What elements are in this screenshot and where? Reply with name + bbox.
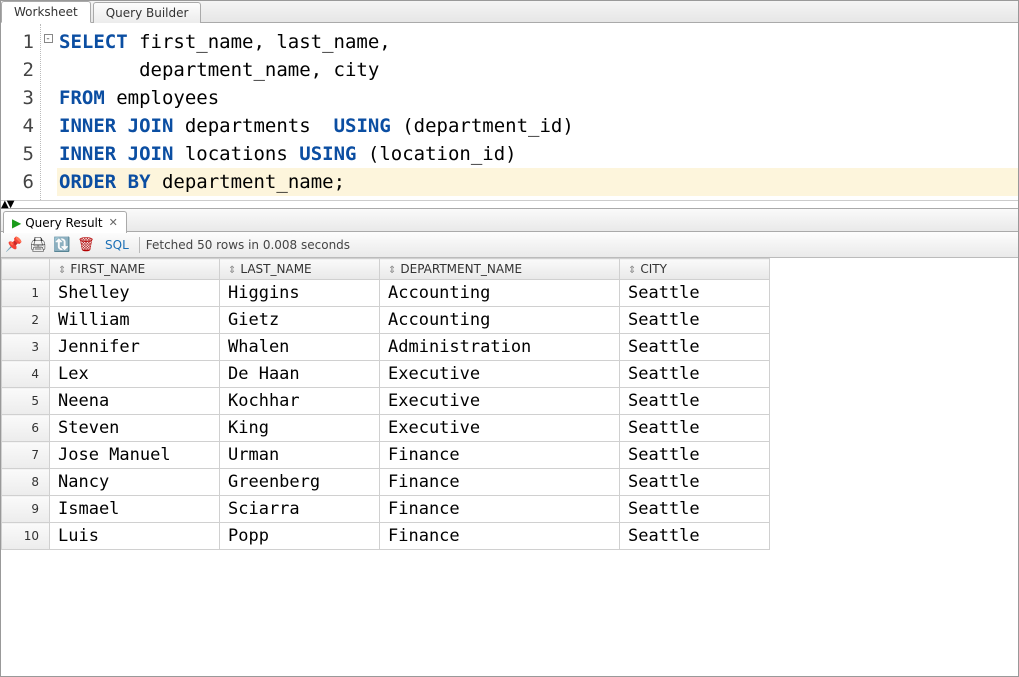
row-number: 9 bbox=[2, 496, 50, 523]
sort-icon: ⇕ bbox=[388, 265, 396, 276]
cell[interactable]: Seattle bbox=[620, 469, 770, 496]
sort-icon: ⇕ bbox=[628, 265, 636, 276]
status-text: Fetched 50 rows in 0.008 seconds bbox=[146, 238, 350, 252]
cell[interactable]: De Haan bbox=[220, 361, 380, 388]
code-area[interactable]: SELECT first_name, last_name, department… bbox=[55, 24, 1018, 200]
cell[interactable]: Seattle bbox=[620, 496, 770, 523]
cell[interactable]: William bbox=[50, 307, 220, 334]
row-number: 6 bbox=[2, 415, 50, 442]
tab-query-result[interactable]: ▶ Query Result ✕ bbox=[3, 211, 127, 233]
row-number: 5 bbox=[2, 388, 50, 415]
table-row[interactable]: 7Jose ManuelUrmanFinanceSeattle bbox=[2, 442, 770, 469]
tab-query-builder[interactable]: Query Builder bbox=[93, 2, 202, 23]
cell[interactable]: Greenberg bbox=[220, 469, 380, 496]
cell[interactable]: Jose Manuel bbox=[50, 442, 220, 469]
cell[interactable]: Seattle bbox=[620, 442, 770, 469]
fold-toggle-icon[interactable]: - bbox=[44, 34, 53, 43]
cell[interactable]: Administration bbox=[380, 334, 620, 361]
sort-icon: ⇕ bbox=[58, 265, 66, 276]
cell[interactable]: Seattle bbox=[620, 523, 770, 550]
editor-tabstrip: WorksheetQuery Builder bbox=[1, 1, 1018, 23]
cell[interactable]: Shelley bbox=[50, 280, 220, 307]
cell[interactable]: Executive bbox=[380, 388, 620, 415]
toolbar-divider bbox=[139, 237, 140, 253]
run-icon: ▶ bbox=[12, 216, 21, 230]
cell[interactable]: Higgins bbox=[220, 280, 380, 307]
cell[interactable]: Finance bbox=[380, 496, 620, 523]
refresh-icon[interactable]: 🔃 bbox=[53, 236, 71, 254]
cell[interactable]: Popp bbox=[220, 523, 380, 550]
table-row[interactable]: 3JenniferWhalenAdministrationSeattle bbox=[2, 334, 770, 361]
cell[interactable]: Urman bbox=[220, 442, 380, 469]
cell[interactable]: Seattle bbox=[620, 361, 770, 388]
table-row[interactable]: 6StevenKingExecutiveSeattle bbox=[2, 415, 770, 442]
cell[interactable]: Seattle bbox=[620, 415, 770, 442]
cell[interactable]: Kochhar bbox=[220, 388, 380, 415]
col-last_name[interactable]: ⇕LAST_NAME bbox=[220, 259, 380, 280]
table-row[interactable]: 5NeenaKochharExecutiveSeattle bbox=[2, 388, 770, 415]
table-row[interactable]: 2WilliamGietzAccountingSeattle bbox=[2, 307, 770, 334]
table-row[interactable]: 1ShelleyHigginsAccountingSeattle bbox=[2, 280, 770, 307]
row-number: 8 bbox=[2, 469, 50, 496]
table-row[interactable]: 4LexDe HaanExecutiveSeattle bbox=[2, 361, 770, 388]
splitter[interactable]: ▲▼ bbox=[1, 200, 1018, 208]
table-row[interactable]: 10LuisPoppFinanceSeattle bbox=[2, 523, 770, 550]
sql-link[interactable]: SQL bbox=[105, 238, 129, 252]
table-row[interactable]: 9IsmaelSciarraFinanceSeattle bbox=[2, 496, 770, 523]
row-number: 3 bbox=[2, 334, 50, 361]
print-icon[interactable]: 🖨 bbox=[29, 236, 47, 254]
splitter-arrows-icon: ▲▼ bbox=[1, 199, 12, 210]
cell[interactable]: Whalen bbox=[220, 334, 380, 361]
result-tabstrip: ▶ Query Result ✕ bbox=[1, 208, 1018, 232]
cell[interactable]: Jennifer bbox=[50, 334, 220, 361]
tab-worksheet[interactable]: Worksheet bbox=[1, 1, 91, 23]
cell[interactable]: Neena bbox=[50, 388, 220, 415]
line-gutter: 123456 bbox=[1, 24, 41, 200]
result-grid: ⇕FIRST_NAME⇕LAST_NAME⇕DEPARTMENT_NAME⇕CI… bbox=[1, 258, 770, 550]
close-icon[interactable]: ✕ bbox=[109, 216, 118, 229]
fold-column: - bbox=[41, 24, 55, 200]
cell[interactable]: Finance bbox=[380, 469, 620, 496]
cell[interactable]: Seattle bbox=[620, 280, 770, 307]
cell[interactable]: Luis bbox=[50, 523, 220, 550]
cell[interactable]: Nancy bbox=[50, 469, 220, 496]
row-number: 1 bbox=[2, 280, 50, 307]
cell[interactable]: Lex bbox=[50, 361, 220, 388]
table-row[interactable]: 8NancyGreenbergFinanceSeattle bbox=[2, 469, 770, 496]
cell[interactable]: Sciarra bbox=[220, 496, 380, 523]
cell[interactable]: Ismael bbox=[50, 496, 220, 523]
cell[interactable]: Seattle bbox=[620, 388, 770, 415]
row-header-blank bbox=[2, 259, 50, 280]
cell[interactable]: Seattle bbox=[620, 307, 770, 334]
cell[interactable]: Executive bbox=[380, 415, 620, 442]
result-grid-wrap[interactable]: ⇕FIRST_NAME⇕LAST_NAME⇕DEPARTMENT_NAME⇕CI… bbox=[1, 258, 1018, 550]
cell[interactable]: Finance bbox=[380, 442, 620, 469]
result-toolbar: 📌 🖨 🔃 🗑 SQL Fetched 50 rows in 0.008 sec… bbox=[1, 232, 1018, 258]
cell[interactable]: Accounting bbox=[380, 280, 620, 307]
cell[interactable]: Accounting bbox=[380, 307, 620, 334]
cell[interactable]: Finance bbox=[380, 523, 620, 550]
sort-icon: ⇕ bbox=[228, 265, 236, 276]
row-number: 10 bbox=[2, 523, 50, 550]
col-department_name[interactable]: ⇕DEPARTMENT_NAME bbox=[380, 259, 620, 280]
pin-icon[interactable]: 📌 bbox=[5, 236, 23, 254]
cell[interactable]: Executive bbox=[380, 361, 620, 388]
cell[interactable]: Seattle bbox=[620, 334, 770, 361]
row-number: 2 bbox=[2, 307, 50, 334]
query-result-label: Query Result bbox=[25, 216, 102, 230]
col-first_name[interactable]: ⇕FIRST_NAME bbox=[50, 259, 220, 280]
cell[interactable]: Steven bbox=[50, 415, 220, 442]
cell[interactable]: Gietz bbox=[220, 307, 380, 334]
col-city[interactable]: ⇕CITY bbox=[620, 259, 770, 280]
sql-editor[interactable]: 123456 - SELECT first_name, last_name, d… bbox=[1, 23, 1018, 200]
cell[interactable]: King bbox=[220, 415, 380, 442]
row-number: 7 bbox=[2, 442, 50, 469]
clear-icon[interactable]: 🗑 bbox=[77, 236, 95, 254]
row-number: 4 bbox=[2, 361, 50, 388]
